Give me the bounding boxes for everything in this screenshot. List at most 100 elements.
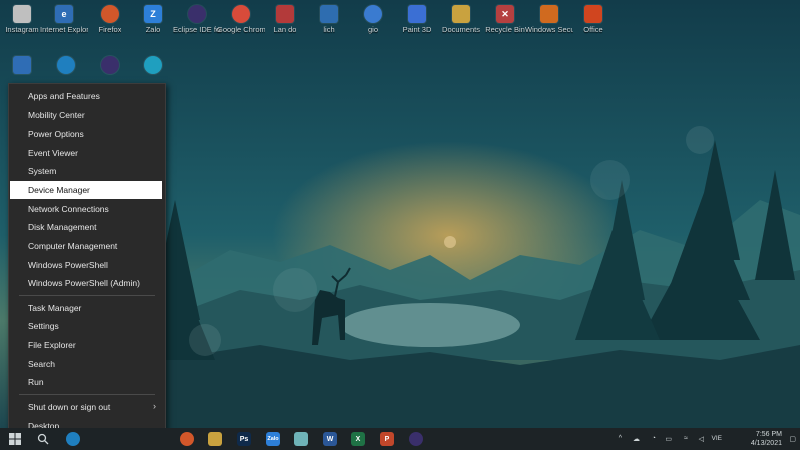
menu-item-event-viewer[interactable]: Event Viewer bbox=[10, 144, 162, 162]
firefox-icon bbox=[101, 5, 119, 23]
desktop-icon-instagram[interactable]: Instagram bbox=[0, 5, 44, 34]
menu-item-system[interactable]: System bbox=[10, 162, 162, 180]
desktop-icon-google-chrome[interactable]: Google Chrome bbox=[217, 5, 265, 34]
start-icon[interactable] bbox=[8, 432, 22, 446]
menu-item-shut-down-or-sign-out[interactable]: Shut down or sign out › bbox=[10, 398, 162, 416]
excel-icon[interactable]: X bbox=[351, 432, 365, 446]
menu-item-windows-powershell[interactable]: Windows PowerShell bbox=[10, 256, 162, 274]
desktop-icon-windows-security[interactable]: Windows Security bbox=[525, 5, 573, 34]
network-icon[interactable]: ◔ bbox=[652, 435, 656, 442]
language-indicator[interactable]: VIE bbox=[712, 435, 722, 442]
desktop-icon-gio[interactable]: gio bbox=[351, 5, 395, 34]
shortcut-icon bbox=[276, 5, 294, 23]
desktop-icon-label: Firefox bbox=[98, 26, 122, 34]
menu-item-apps-and-features[interactable]: Apps and Features bbox=[10, 87, 162, 105]
eclipse-icon bbox=[101, 56, 119, 74]
clock-date: 4/13/2021 bbox=[750, 440, 782, 447]
menu-item-label: Computer Management bbox=[28, 241, 118, 251]
folder-icon bbox=[452, 5, 470, 23]
menu-item-label: Windows PowerShell bbox=[28, 260, 108, 270]
desktop-icon-internet-explorer[interactable]: e Internet Explorer bbox=[40, 5, 88, 34]
desktop-icon-documents[interactable]: Documents bbox=[439, 5, 483, 34]
desktop-icon-label: Lan do bbox=[273, 26, 297, 34]
calendar-icon bbox=[320, 5, 338, 23]
menu-item-label: Disk Management bbox=[28, 222, 97, 232]
desktop-icon-label: Recycle Bin bbox=[485, 26, 525, 34]
edge-icon bbox=[57, 56, 75, 74]
search-icon[interactable] bbox=[36, 432, 50, 446]
menu-item-label: Device Manager bbox=[28, 185, 90, 195]
chrome-icon bbox=[232, 5, 250, 23]
desktop-icon-lich[interactable]: lich bbox=[307, 5, 351, 34]
notification-icon[interactable]: ▢ bbox=[789, 435, 796, 443]
desktop-icon-label: Documents bbox=[442, 26, 480, 34]
excel-icon-glyph: X bbox=[355, 435, 361, 443]
desktop-icon-edge[interactable] bbox=[44, 56, 88, 74]
shortcut-icon bbox=[13, 56, 31, 74]
menu-item-disk-management[interactable]: Disk Management bbox=[10, 218, 162, 236]
internet-explorer-icon: e bbox=[55, 5, 73, 23]
chevron-right-icon: › bbox=[153, 401, 156, 411]
eclipse-icon bbox=[188, 5, 206, 23]
menu-item-label: File Explorer bbox=[28, 340, 76, 350]
menu-item-mobility-center[interactable]: Mobility Center bbox=[10, 106, 162, 124]
menu-item-search[interactable]: Search bbox=[10, 355, 162, 373]
desktop-icon-label: Windows Security bbox=[525, 26, 573, 34]
cloud-icon[interactable]: ☁ bbox=[633, 435, 640, 443]
photoshop-icon[interactable]: Ps bbox=[237, 432, 251, 446]
desktop-icon-label: Zalo bbox=[145, 26, 161, 34]
desktop-icon-edge-2[interactable] bbox=[131, 56, 175, 74]
powerpoint-icon[interactable]: P bbox=[380, 432, 394, 446]
menu-item-file-explorer[interactable]: File Explorer bbox=[10, 336, 162, 354]
menu-item-settings[interactable]: Settings bbox=[10, 317, 162, 335]
menu-separator bbox=[19, 394, 155, 395]
menu-item-label: Windows PowerShell (Admin) bbox=[28, 278, 140, 288]
eclipse-icon[interactable] bbox=[409, 432, 423, 446]
menu-item-label: Task Manager bbox=[28, 303, 82, 313]
taskbar: Ps Zalo W X P ^ ☁ ◔ ▭ ≈ ◁ VIE 7:56 PM 4/… bbox=[0, 428, 800, 450]
word-icon-glyph: W bbox=[326, 435, 334, 443]
menu-item-label: Shut down or sign out bbox=[28, 402, 111, 412]
desktop-icon-recycle-bin[interactable]: ✕ Recycle Bin bbox=[483, 5, 527, 34]
paint-3d-icon bbox=[408, 5, 426, 23]
edge-icon[interactable] bbox=[66, 432, 80, 446]
menu-item-label: Settings bbox=[28, 321, 59, 331]
app-icon[interactable] bbox=[294, 432, 308, 446]
menu-item-task-manager[interactable]: Task Manager bbox=[10, 299, 162, 317]
menu-separator bbox=[19, 295, 155, 296]
menu-item-windows-powershell-admin[interactable]: Windows PowerShell (Admin) bbox=[10, 274, 162, 292]
desktop-icon-eclipse[interactable]: Eclipse IDE for Java and... bbox=[173, 5, 221, 34]
edge-icon bbox=[144, 56, 162, 74]
recycle-bin-icon: ✕ bbox=[496, 5, 514, 23]
app-icon[interactable] bbox=[208, 432, 222, 446]
desktop-icon-lan-do[interactable]: Lan do bbox=[263, 5, 307, 34]
zalo-icon[interactable]: Zalo bbox=[266, 432, 280, 446]
volume-icon[interactable]: ◁ bbox=[699, 435, 704, 443]
menu-item-computer-management[interactable]: Computer Management bbox=[10, 237, 162, 255]
menu-item-label: Mobility Center bbox=[28, 110, 85, 120]
powerpoint-icon-glyph: P bbox=[384, 435, 390, 443]
desktop-icon-eclipse-2[interactable] bbox=[88, 56, 132, 74]
desktop-icon-label: Google Chrome bbox=[217, 26, 265, 34]
desktop-icon-label: Internet Explorer bbox=[40, 26, 88, 34]
firefox-icon[interactable] bbox=[180, 432, 194, 446]
desktop-icon-firefox[interactable]: Firefox bbox=[88, 5, 132, 34]
menu-item-label: System bbox=[28, 166, 57, 176]
instagram-icon bbox=[13, 5, 31, 23]
menu-item-device-manager[interactable]: Device Manager bbox=[10, 181, 162, 199]
clock[interactable]: 7:56 PM 4/13/2021 bbox=[751, 430, 782, 448]
desktop-icon-office[interactable]: Office bbox=[571, 5, 615, 34]
menu-item-label: Network Connections bbox=[28, 204, 109, 214]
wifi-icon[interactable]: ≈ bbox=[684, 435, 688, 442]
battery-icon[interactable]: ▭ bbox=[665, 435, 672, 443]
menu-item-network-connections[interactable]: Network Connections bbox=[10, 200, 162, 218]
desktop-icon-shortcut[interactable] bbox=[0, 56, 44, 74]
menu-item-run[interactable]: Run bbox=[10, 373, 162, 391]
desktop-icon-zalo[interactable]: Z Zalo bbox=[131, 5, 175, 34]
menu-item-power-options[interactable]: Power Options bbox=[10, 125, 162, 143]
desktop-icon-label: Office bbox=[583, 26, 603, 34]
desktop-icon-label: gio bbox=[367, 26, 378, 34]
chevron-up-icon[interactable]: ^ bbox=[619, 435, 622, 442]
word-icon[interactable]: W bbox=[323, 432, 337, 446]
desktop-icon-paint-3d[interactable]: Paint 3D bbox=[395, 5, 439, 34]
